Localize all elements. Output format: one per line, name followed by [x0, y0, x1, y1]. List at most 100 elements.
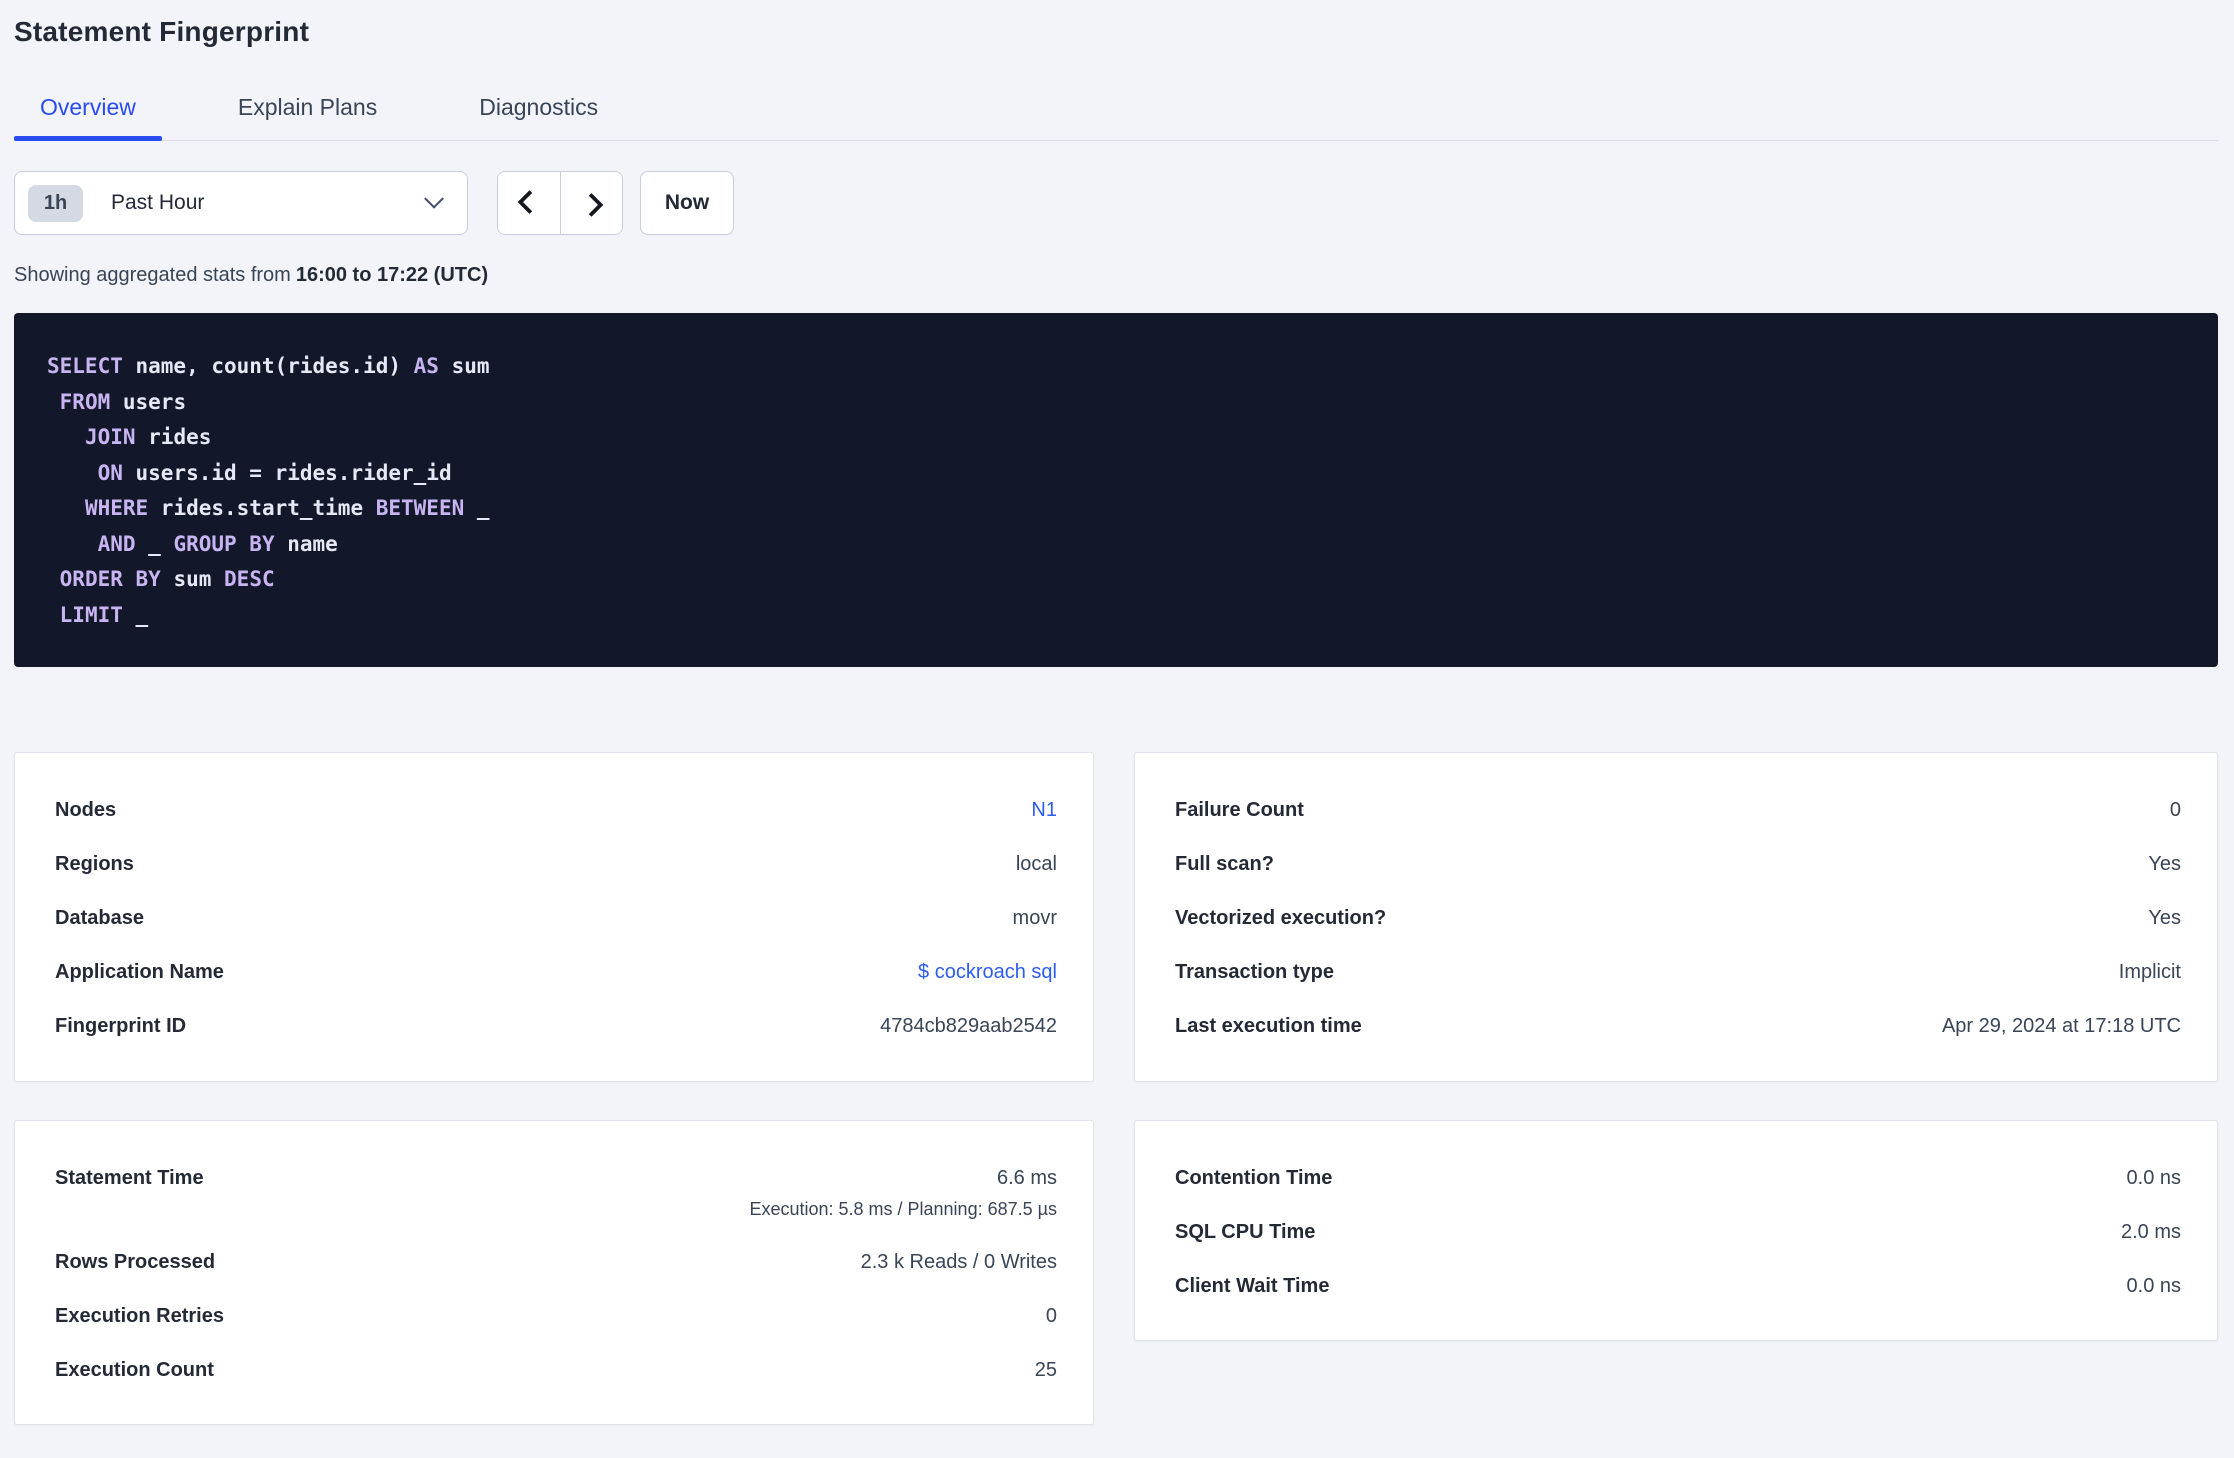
stat-label: Statement Time	[55, 1167, 204, 1189]
sql-line: ORDER BY sum DESC	[59, 567, 275, 591]
chevron-right-icon	[579, 192, 604, 217]
stat-value-text: 2.0 ms	[2120, 1221, 2181, 1243]
summary-panels: Nodes N1 Regions local Database movr Applicati…	[14, 752, 2218, 1425]
stat-row: Client Wait Time 0.0 ns	[1175, 1275, 2181, 1298]
stat-value-text: Implicit	[2118, 961, 2181, 983]
stat-value-text: 0.0 ns	[2126, 1275, 2181, 1297]
stat-row: Rows Processed 2.3 k Reads / 0 Writes	[55, 1251, 1057, 1274]
chevron-down-icon	[424, 188, 444, 209]
stat-row: Database movr	[55, 907, 1057, 930]
stat-value-text: 2.3 k Reads / 0 Writes	[860, 1251, 1057, 1273]
stat-label: Vectorized execution?	[1175, 907, 1387, 929]
tab-diagnostics[interactable]: Diagnostics	[453, 94, 624, 140]
stat-row: Vectorized execution? Yes	[1175, 907, 2181, 930]
stat-value-text: Yes	[2148, 907, 2181, 929]
next-time-button[interactable]	[560, 172, 622, 234]
stat-row: Execution Count 25	[55, 1359, 1057, 1382]
stat-label: SQL CPU Time	[1175, 1221, 1316, 1243]
stat-value: movr	[1013, 907, 1057, 930]
statement-times-panel: Statement Time 6.6 ms Execution: 5.8 ms / …	[14, 1120, 1094, 1425]
node-link[interactable]: N1	[1031, 799, 1057, 822]
stat-value: local	[1016, 853, 1057, 876]
stat-value: 25	[1035, 1359, 1057, 1382]
stat-value-text: 4784cb829aab2542	[880, 1015, 1057, 1037]
stat-label: Execution Retries	[55, 1305, 224, 1327]
stat-row: Application Name $ cockroach sql	[55, 961, 1057, 984]
now-button[interactable]: Now	[640, 171, 734, 235]
stat-value-text: Yes	[2148, 853, 2181, 875]
sql-line: FROM users	[59, 389, 187, 414]
statement-fingerprint-page: Statement Fingerprint Overview Explain P…	[0, 0, 2234, 1425]
stat-value: 0.0 ns	[2127, 1275, 2181, 1298]
tab-explain-plans[interactable]: Explain Plans	[212, 94, 403, 140]
time-range-dropdown[interactable]: 1h Past Hour	[14, 171, 468, 235]
stat-label: Rows Processed	[55, 1251, 216, 1273]
time-range-label: Past Hour	[111, 191, 205, 214]
stat-row: Execution Retries 0	[55, 1305, 1057, 1328]
stat-row: Regions local	[55, 853, 1057, 876]
previous-time-button[interactable]	[498, 172, 560, 234]
time-range-badge: 1h	[28, 184, 83, 222]
stat-label: Application Name	[55, 961, 224, 983]
stat-value-text: local	[1015, 853, 1057, 875]
sql-line: WHERE rides.start_time BETWEEN _	[84, 496, 490, 520]
stat-value-text: 25	[1034, 1359, 1057, 1381]
stat-value-text: 0	[1045, 1305, 1057, 1327]
sql-line: LIMIT _	[59, 602, 149, 627]
stat-value-text: 0	[2169, 799, 2181, 821]
stat-label: Transaction type	[1175, 961, 1334, 983]
stat-value: 6.6 ms Execution: 5.8 ms / Planning: 687.…	[749, 1167, 1057, 1220]
stat-row: Failure Count 0	[1175, 799, 2181, 822]
stat-value-text: 0.0 ns	[2126, 1167, 2181, 1189]
stat-label: Failure Count	[1175, 799, 1304, 821]
stat-row: Full scan? Yes	[1175, 853, 2181, 876]
stat-value-text: 6.6 ms	[996, 1167, 1057, 1189]
chevron-left-icon	[516, 189, 542, 214]
stat-value-text: movr	[1012, 907, 1057, 929]
stat-value: Apr 29, 2024 at 17:18 UTC	[1942, 1015, 2181, 1038]
stat-value: Yes	[2148, 907, 2181, 930]
stat-row: Contention Time 0.0 ns	[1175, 1167, 2181, 1190]
stat-value: 0	[2170, 799, 2181, 822]
sql-line: JOIN rides	[84, 425, 212, 449]
stat-row: Transaction type Implicit	[1175, 961, 2181, 984]
page-title: Statement Fingerprint	[14, 16, 310, 47]
stat-value: 2.3 k Reads / 0 Writes	[861, 1251, 1057, 1274]
wait-times-panel: Contention Time 0.0 ns SQL CPU Time 2.0 ms C…	[1134, 1120, 2218, 1341]
stat-subvalue: Execution: 5.8 ms / Planning: 687.5 µs	[749, 1199, 1057, 1219]
stat-row: Statement Time 6.6 ms Execution: 5.8 ms / …	[55, 1167, 1057, 1220]
stat-value: 4784cb829aab2542	[880, 1015, 1057, 1038]
stat-label: Client Wait Time	[1175, 1275, 1330, 1297]
stat-value: Implicit	[2119, 961, 2181, 984]
stat-value: N1	[1031, 799, 1057, 822]
stat-value: Yes	[2148, 853, 2181, 876]
stat-label: Nodes	[55, 799, 117, 821]
stat-value-text: Apr 29, 2024 at 17:18 UTC	[1941, 1015, 2181, 1037]
sql-line: AND _ GROUP BY name	[97, 531, 338, 556]
stat-row: Fingerprint ID 4784cb829aab2542	[55, 1015, 1057, 1038]
stat-label: Fingerprint ID	[55, 1015, 187, 1037]
time-controls: 1h Past Hour Now	[14, 171, 2218, 235]
aggregated-stats-line: Showing aggregated stats from 16:00 to 17…	[14, 264, 2218, 287]
stat-value: 0	[1046, 1305, 1057, 1328]
stat-value: $ cockroach sql	[918, 961, 1057, 984]
stat-row: Nodes N1	[55, 799, 1057, 822]
app-name-link[interactable]: $ cockroach sql	[918, 961, 1057, 984]
sql-line: SELECT name, count(rides.id) AS sum	[47, 354, 490, 378]
aggregated-stats-range: 16:00 to 17:22 (UTC)	[295, 264, 489, 286]
stat-label: Last execution time	[1175, 1015, 1362, 1037]
stat-label: Database	[55, 907, 144, 929]
tab-overview[interactable]: Overview	[14, 94, 162, 141]
sql-line: ON users.id = rides.rider_id	[97, 460, 452, 485]
aggregated-stats-prefix: Showing aggregated stats from	[14, 264, 291, 286]
execution-attributes-panel: Failure Count 0 Full scan? Yes Vectorized ex…	[1134, 752, 2218, 1082]
stat-row: SQL CPU Time 2.0 ms	[1175, 1221, 2181, 1244]
time-step-buttons	[497, 171, 623, 235]
stat-value: 0.0 ns	[2127, 1167, 2181, 1190]
stat-label: Contention Time	[1175, 1167, 1333, 1189]
stat-row: Last execution time Apr 29, 2024 at 17:18…	[1175, 1015, 2181, 1038]
stat-label: Execution Count	[55, 1359, 214, 1381]
stat-label: Full scan?	[1175, 853, 1274, 875]
stat-label: Regions	[55, 853, 134, 875]
stat-value: 2.0 ms	[2121, 1221, 2181, 1244]
